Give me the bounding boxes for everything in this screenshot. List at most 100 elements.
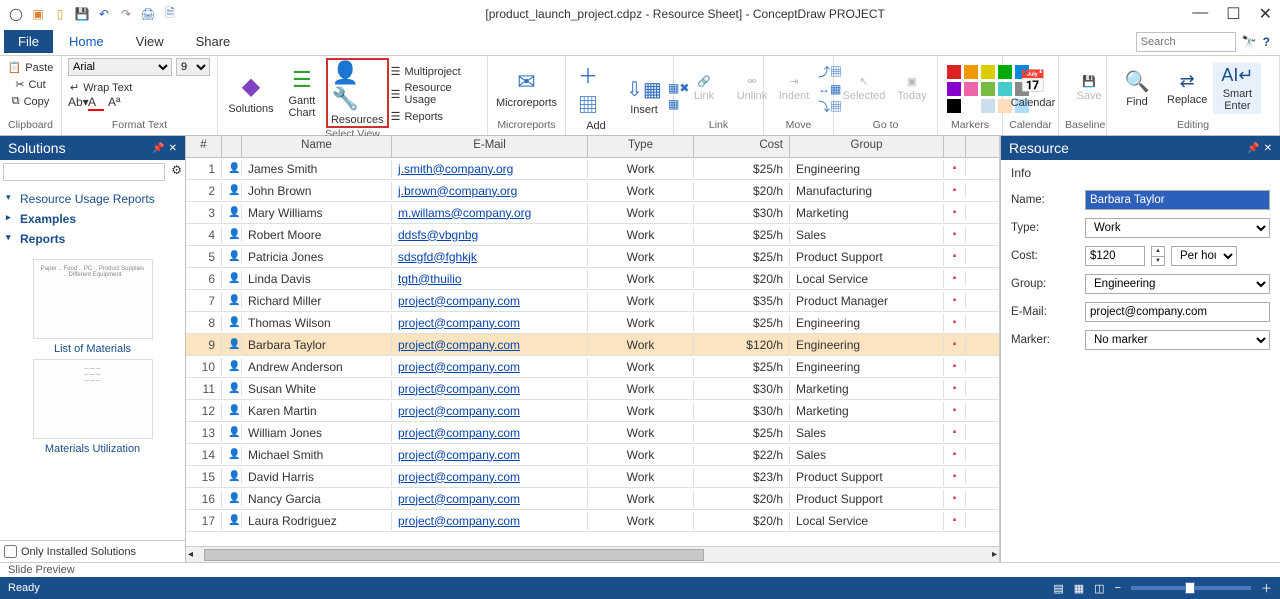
resource-usage-button[interactable]: ☰Resource Usage xyxy=(389,81,481,107)
cell-name[interactable]: Mary Williams xyxy=(242,204,392,222)
cell-cost[interactable]: $20/h xyxy=(694,270,790,288)
cell-name[interactable]: John Brown xyxy=(242,182,392,200)
status-view3-icon[interactable]: ◫ xyxy=(1094,582,1104,595)
cell-cost[interactable]: $30/h xyxy=(694,402,790,420)
cell-marker-icon[interactable]: ▪ xyxy=(944,469,966,484)
search-input[interactable] xyxy=(1136,32,1236,52)
only-installed-checkbox[interactable] xyxy=(4,545,17,558)
qat-preview-icon[interactable]: 🗎 xyxy=(162,6,178,22)
cell-cost[interactable]: $25/h xyxy=(694,358,790,376)
cell-name[interactable]: Karen Martin xyxy=(242,402,392,420)
maximize-button[interactable]: ☐ xyxy=(1226,4,1240,24)
qat-undo-icon[interactable]: ↶ xyxy=(96,6,112,22)
reports-button[interactable]: ☰Reports xyxy=(389,109,481,124)
cell-group[interactable]: Local Service xyxy=(790,270,944,288)
col-header-marker[interactable] xyxy=(944,136,966,157)
tab-file[interactable]: File xyxy=(4,30,53,53)
cell-group[interactable]: Engineering xyxy=(790,336,944,354)
table-row[interactable]: 12👤Karen Martinproject@company.comWork$3… xyxy=(186,400,999,422)
smart-enter-button[interactable]: AI↵Smart Enter xyxy=(1213,63,1261,114)
table-row[interactable]: 14👤Michael Smithproject@company.comWork$… xyxy=(186,444,999,466)
cell-email[interactable]: project@company.com xyxy=(392,468,588,486)
tab-home[interactable]: Home xyxy=(53,30,120,53)
cell-type[interactable]: Work xyxy=(588,182,694,200)
cell-cost[interactable]: $30/h xyxy=(694,204,790,222)
col-header-icon[interactable] xyxy=(222,136,242,157)
thumb-list-materials[interactable]: Paper .. Food .. PC .. Product Supplies … xyxy=(33,259,153,339)
qat-print-icon[interactable]: 🖨 xyxy=(140,6,156,22)
cell-email[interactable]: project@company.com xyxy=(392,446,588,464)
cell-group[interactable]: Engineering xyxy=(790,358,944,376)
table-row[interactable]: 7👤Richard Millerproject@company.comWork$… xyxy=(186,290,999,312)
cell-group[interactable]: Marketing xyxy=(790,380,944,398)
cell-email[interactable]: project@company.com xyxy=(392,314,588,332)
solutions-filter-input[interactable] xyxy=(3,163,165,181)
replace-button[interactable]: ⇄Replace xyxy=(1161,69,1213,108)
group-select[interactable]: Engineering xyxy=(1085,274,1270,294)
cell-name[interactable]: Thomas Wilson xyxy=(242,314,392,332)
cell-marker-icon[interactable]: ▪ xyxy=(944,381,966,396)
status-zoom-out-icon[interactable]: − xyxy=(1115,582,1121,594)
cell-cost[interactable]: $22/h xyxy=(694,446,790,464)
tree-item-examples[interactable]: Examples xyxy=(6,209,179,229)
thumb-materials-util[interactable]: ─ ─ ── ─ ── ─ ─ xyxy=(33,359,153,439)
col-header-email[interactable]: E-Mail xyxy=(392,136,588,157)
microreports-button[interactable]: ✉Microreports xyxy=(494,67,559,111)
cell-group[interactable]: Product Manager xyxy=(790,292,944,310)
cell-type[interactable]: Work xyxy=(588,380,694,398)
table-row[interactable]: 11👤Susan Whiteproject@company.comWork$30… xyxy=(186,378,999,400)
cut-button[interactable]: ✂Cut xyxy=(13,77,47,92)
tab-share[interactable]: Share xyxy=(180,30,247,53)
cell-group[interactable]: Engineering xyxy=(790,160,944,178)
tree-item-resource-usage[interactable]: Resource Usage Reports xyxy=(6,189,179,209)
cell-group[interactable]: Sales xyxy=(790,424,944,442)
cell-marker-icon[interactable]: ▪ xyxy=(944,447,966,462)
table-row[interactable]: 16👤Nancy Garciaproject@company.comWork$2… xyxy=(186,488,999,510)
col-header-cost[interactable]: Cost xyxy=(694,136,790,157)
cell-name[interactable]: Linda Davis xyxy=(242,270,392,288)
cell-cost[interactable]: $20/h xyxy=(694,512,790,530)
insert-button[interactable]: ⇩▦Insert xyxy=(620,75,668,118)
status-view2-icon[interactable]: ▦ xyxy=(1074,582,1084,595)
multiproject-button[interactable]: ☰Multiproject xyxy=(389,64,481,79)
pin-icon[interactable]: 📌 xyxy=(1247,143,1259,154)
cell-cost[interactable]: $25/h xyxy=(694,160,790,178)
wrap-text-button[interactable]: ↵Wrap Text xyxy=(68,80,134,95)
close-panel-icon[interactable]: ✕ xyxy=(169,143,177,154)
cell-name[interactable]: Patricia Jones xyxy=(242,248,392,266)
cell-email[interactable]: project@company.com xyxy=(392,490,588,508)
table-row[interactable]: 13👤William Jonesproject@company.comWork$… xyxy=(186,422,999,444)
cell-name[interactable]: Laura Rodriguez xyxy=(242,512,392,530)
cell-name[interactable]: Michael Smith xyxy=(242,446,392,464)
cell-name[interactable]: James Smith xyxy=(242,160,392,178)
zoom-slider[interactable] xyxy=(1131,586,1251,590)
gantt-chart-button[interactable]: ☰Gantt Chart xyxy=(278,65,326,121)
cell-type[interactable]: Work xyxy=(588,402,694,420)
type-select[interactable]: Work xyxy=(1085,218,1270,238)
cell-type[interactable]: Work xyxy=(588,160,694,178)
col-header-name[interactable]: Name xyxy=(242,136,392,157)
cell-type[interactable]: Work xyxy=(588,226,694,244)
save-baseline-button[interactable]: 💾Save xyxy=(1065,73,1113,104)
cell-type[interactable]: Work xyxy=(588,512,694,530)
cell-cost[interactable]: $30/h xyxy=(694,380,790,398)
cell-marker-icon[interactable]: ▪ xyxy=(944,183,966,198)
cell-marker-icon[interactable]: ▪ xyxy=(944,359,966,374)
cell-group[interactable]: Product Support xyxy=(790,248,944,266)
status-view1-icon[interactable]: ▤ xyxy=(1053,582,1063,595)
table-row[interactable]: 5👤Patricia Jonessdsgfd@fghkjkWork$25/hPr… xyxy=(186,246,999,268)
cell-name[interactable]: Robert Moore xyxy=(242,226,392,244)
resources-button[interactable]: 👤🔧Resources xyxy=(326,58,389,128)
cell-type[interactable]: Work xyxy=(588,336,694,354)
table-row[interactable]: 10👤Andrew Andersonproject@company.comWor… xyxy=(186,356,999,378)
table-row[interactable]: 3👤Mary Williamsm.willams@company.orgWork… xyxy=(186,202,999,224)
small-caps-icon[interactable]: Aª xyxy=(108,95,124,111)
cell-marker-icon[interactable]: ▪ xyxy=(944,205,966,220)
cell-marker-icon[interactable]: ▪ xyxy=(944,337,966,352)
cell-marker-icon[interactable]: ▪ xyxy=(944,425,966,440)
cell-email[interactable]: m.willams@company.org xyxy=(392,204,588,222)
email-field[interactable] xyxy=(1085,302,1270,322)
cell-group[interactable]: Product Support xyxy=(790,490,944,508)
cell-email[interactable]: project@company.com xyxy=(392,292,588,310)
cell-name[interactable]: William Jones xyxy=(242,424,392,442)
